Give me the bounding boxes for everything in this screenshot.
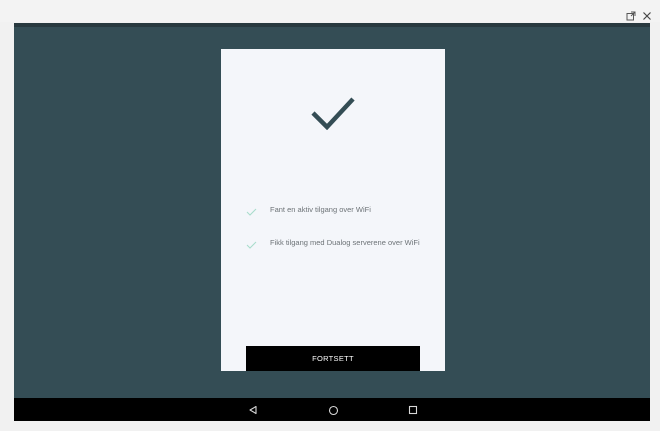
recents-square-icon[interactable] (406, 403, 420, 417)
continue-button[interactable]: FORTSETT (246, 346, 420, 371)
check-icon (246, 241, 257, 249)
emulator-window: Fant en aktiv tilgang over WiFi Fikk til… (0, 0, 660, 431)
connection-result-card: Fant en aktiv tilgang over WiFi Fikk til… (221, 49, 445, 371)
checkmark-icon (311, 97, 355, 130)
status-bar (14, 23, 650, 27)
external-window-icon[interactable] (624, 9, 638, 23)
status-item-text: Fikk tilgang med Dualog serverene over W… (270, 238, 420, 247)
check-icon (246, 208, 257, 216)
window-controls (624, 9, 654, 23)
close-icon[interactable] (640, 9, 654, 23)
window-title-strip (0, 0, 660, 22)
back-triangle-icon[interactable] (246, 403, 260, 417)
navigation-bar (14, 398, 650, 421)
status-item-wifi-access: Fant en aktiv tilgang over WiFi (246, 205, 426, 219)
home-circle-icon[interactable] (326, 403, 340, 417)
status-item-dualog-servers: Fikk tilgang med Dualog serverene over W… (246, 238, 426, 262)
status-item-text: Fant en aktiv tilgang over WiFi (270, 205, 371, 214)
device-screen: Fant en aktiv tilgang over WiFi Fikk til… (14, 23, 650, 421)
